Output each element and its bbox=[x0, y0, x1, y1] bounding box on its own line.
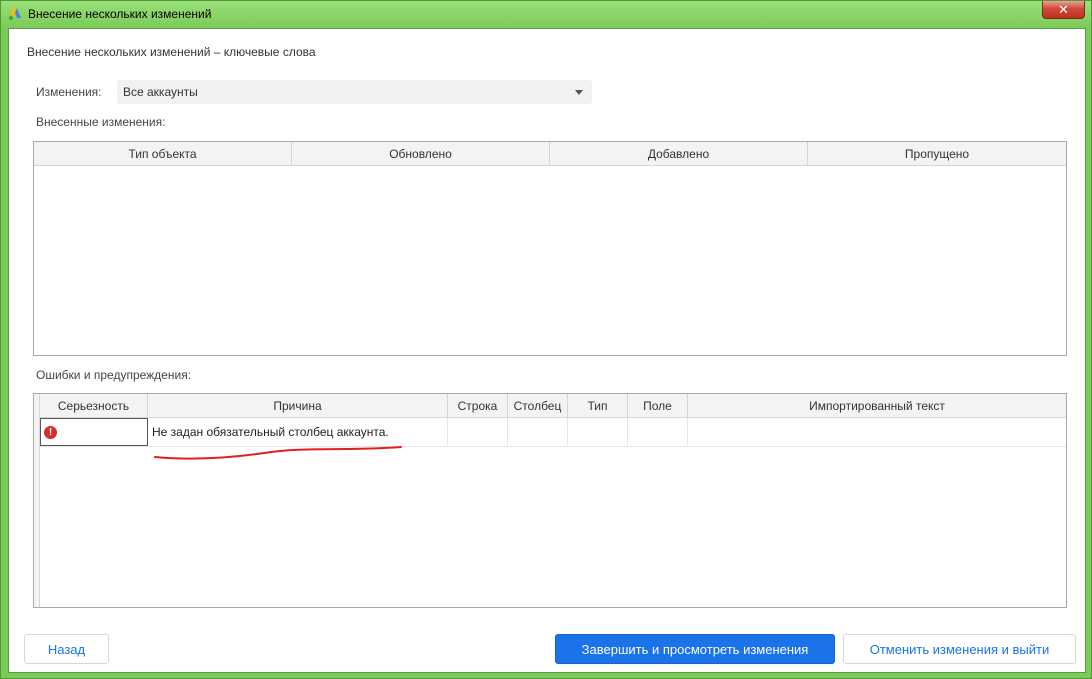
errors-table-header: Серьезность Причина Строка Столбец Тип П… bbox=[34, 394, 1066, 418]
dialog-content: Внесение нескольких изменений – ключевые… bbox=[8, 28, 1086, 673]
column-header-imported-text[interactable]: Импортированный текст bbox=[688, 394, 1066, 417]
back-button[interactable]: Назад bbox=[24, 634, 109, 664]
column-header-object-type[interactable]: Тип объекта bbox=[34, 142, 292, 165]
dialog-window: Внесение нескольких изменений ✕ Внесение… bbox=[0, 0, 1092, 679]
errors-warnings-label: Ошибки и предупреждения: bbox=[36, 368, 192, 382]
column-header-added[interactable]: Добавлено bbox=[550, 142, 808, 165]
changes-select-value: Все аккаунты bbox=[123, 85, 198, 99]
row-cell[interactable] bbox=[448, 418, 508, 446]
severity-cell[interactable]: ! bbox=[40, 418, 148, 446]
title-bar[interactable]: Внесение нескольких изменений ✕ bbox=[1, 1, 1091, 27]
column-header-type[interactable]: Тип bbox=[568, 394, 628, 417]
column-header-column[interactable]: Столбец bbox=[508, 394, 568, 417]
column-cell[interactable] bbox=[508, 418, 568, 446]
cancel-exit-button[interactable]: Отменить изменения и выйти bbox=[843, 634, 1076, 664]
changes-select[interactable]: Все аккаунты bbox=[117, 80, 592, 104]
column-header-updated[interactable]: Обновлено bbox=[292, 142, 550, 165]
google-ads-logo-icon bbox=[8, 8, 21, 21]
finish-review-button[interactable]: Завершить и просмотреть изменения bbox=[555, 634, 835, 664]
row-selector-strip bbox=[34, 394, 40, 607]
changes-label: Изменения: bbox=[36, 85, 102, 99]
window-title: Внесение нескольких изменений bbox=[28, 7, 212, 21]
reason-cell[interactable]: Не задан обязательный столбец аккаунта. bbox=[148, 418, 448, 446]
table-row[interactable]: ! Не задан обязательный столбец аккаунта… bbox=[34, 418, 1066, 447]
errors-table: Серьезность Причина Строка Столбец Тип П… bbox=[33, 393, 1067, 608]
column-header-reason[interactable]: Причина bbox=[148, 394, 448, 417]
close-icon: ✕ bbox=[1058, 1, 1069, 17]
changes-table: Тип объекта Обновлено Добавлено Пропущен… bbox=[33, 141, 1067, 356]
error-icon: ! bbox=[44, 425, 57, 439]
changes-table-header: Тип объекта Обновлено Добавлено Пропущен… bbox=[34, 142, 1066, 166]
column-header-field[interactable]: Поле bbox=[628, 394, 688, 417]
dropdown-caret-icon bbox=[575, 90, 583, 95]
type-cell[interactable] bbox=[568, 418, 628, 446]
imported-text-cell[interactable] bbox=[688, 418, 1066, 446]
dialog-heading: Внесение нескольких изменений – ключевые… bbox=[27, 45, 316, 59]
field-cell[interactable] bbox=[628, 418, 688, 446]
close-button[interactable]: ✕ bbox=[1042, 1, 1085, 19]
column-header-skipped[interactable]: Пропущено bbox=[808, 142, 1066, 165]
column-header-severity[interactable]: Серьезность bbox=[40, 394, 148, 417]
column-header-row[interactable]: Строка bbox=[448, 394, 508, 417]
applied-changes-label: Внесенные изменения: bbox=[36, 115, 166, 129]
